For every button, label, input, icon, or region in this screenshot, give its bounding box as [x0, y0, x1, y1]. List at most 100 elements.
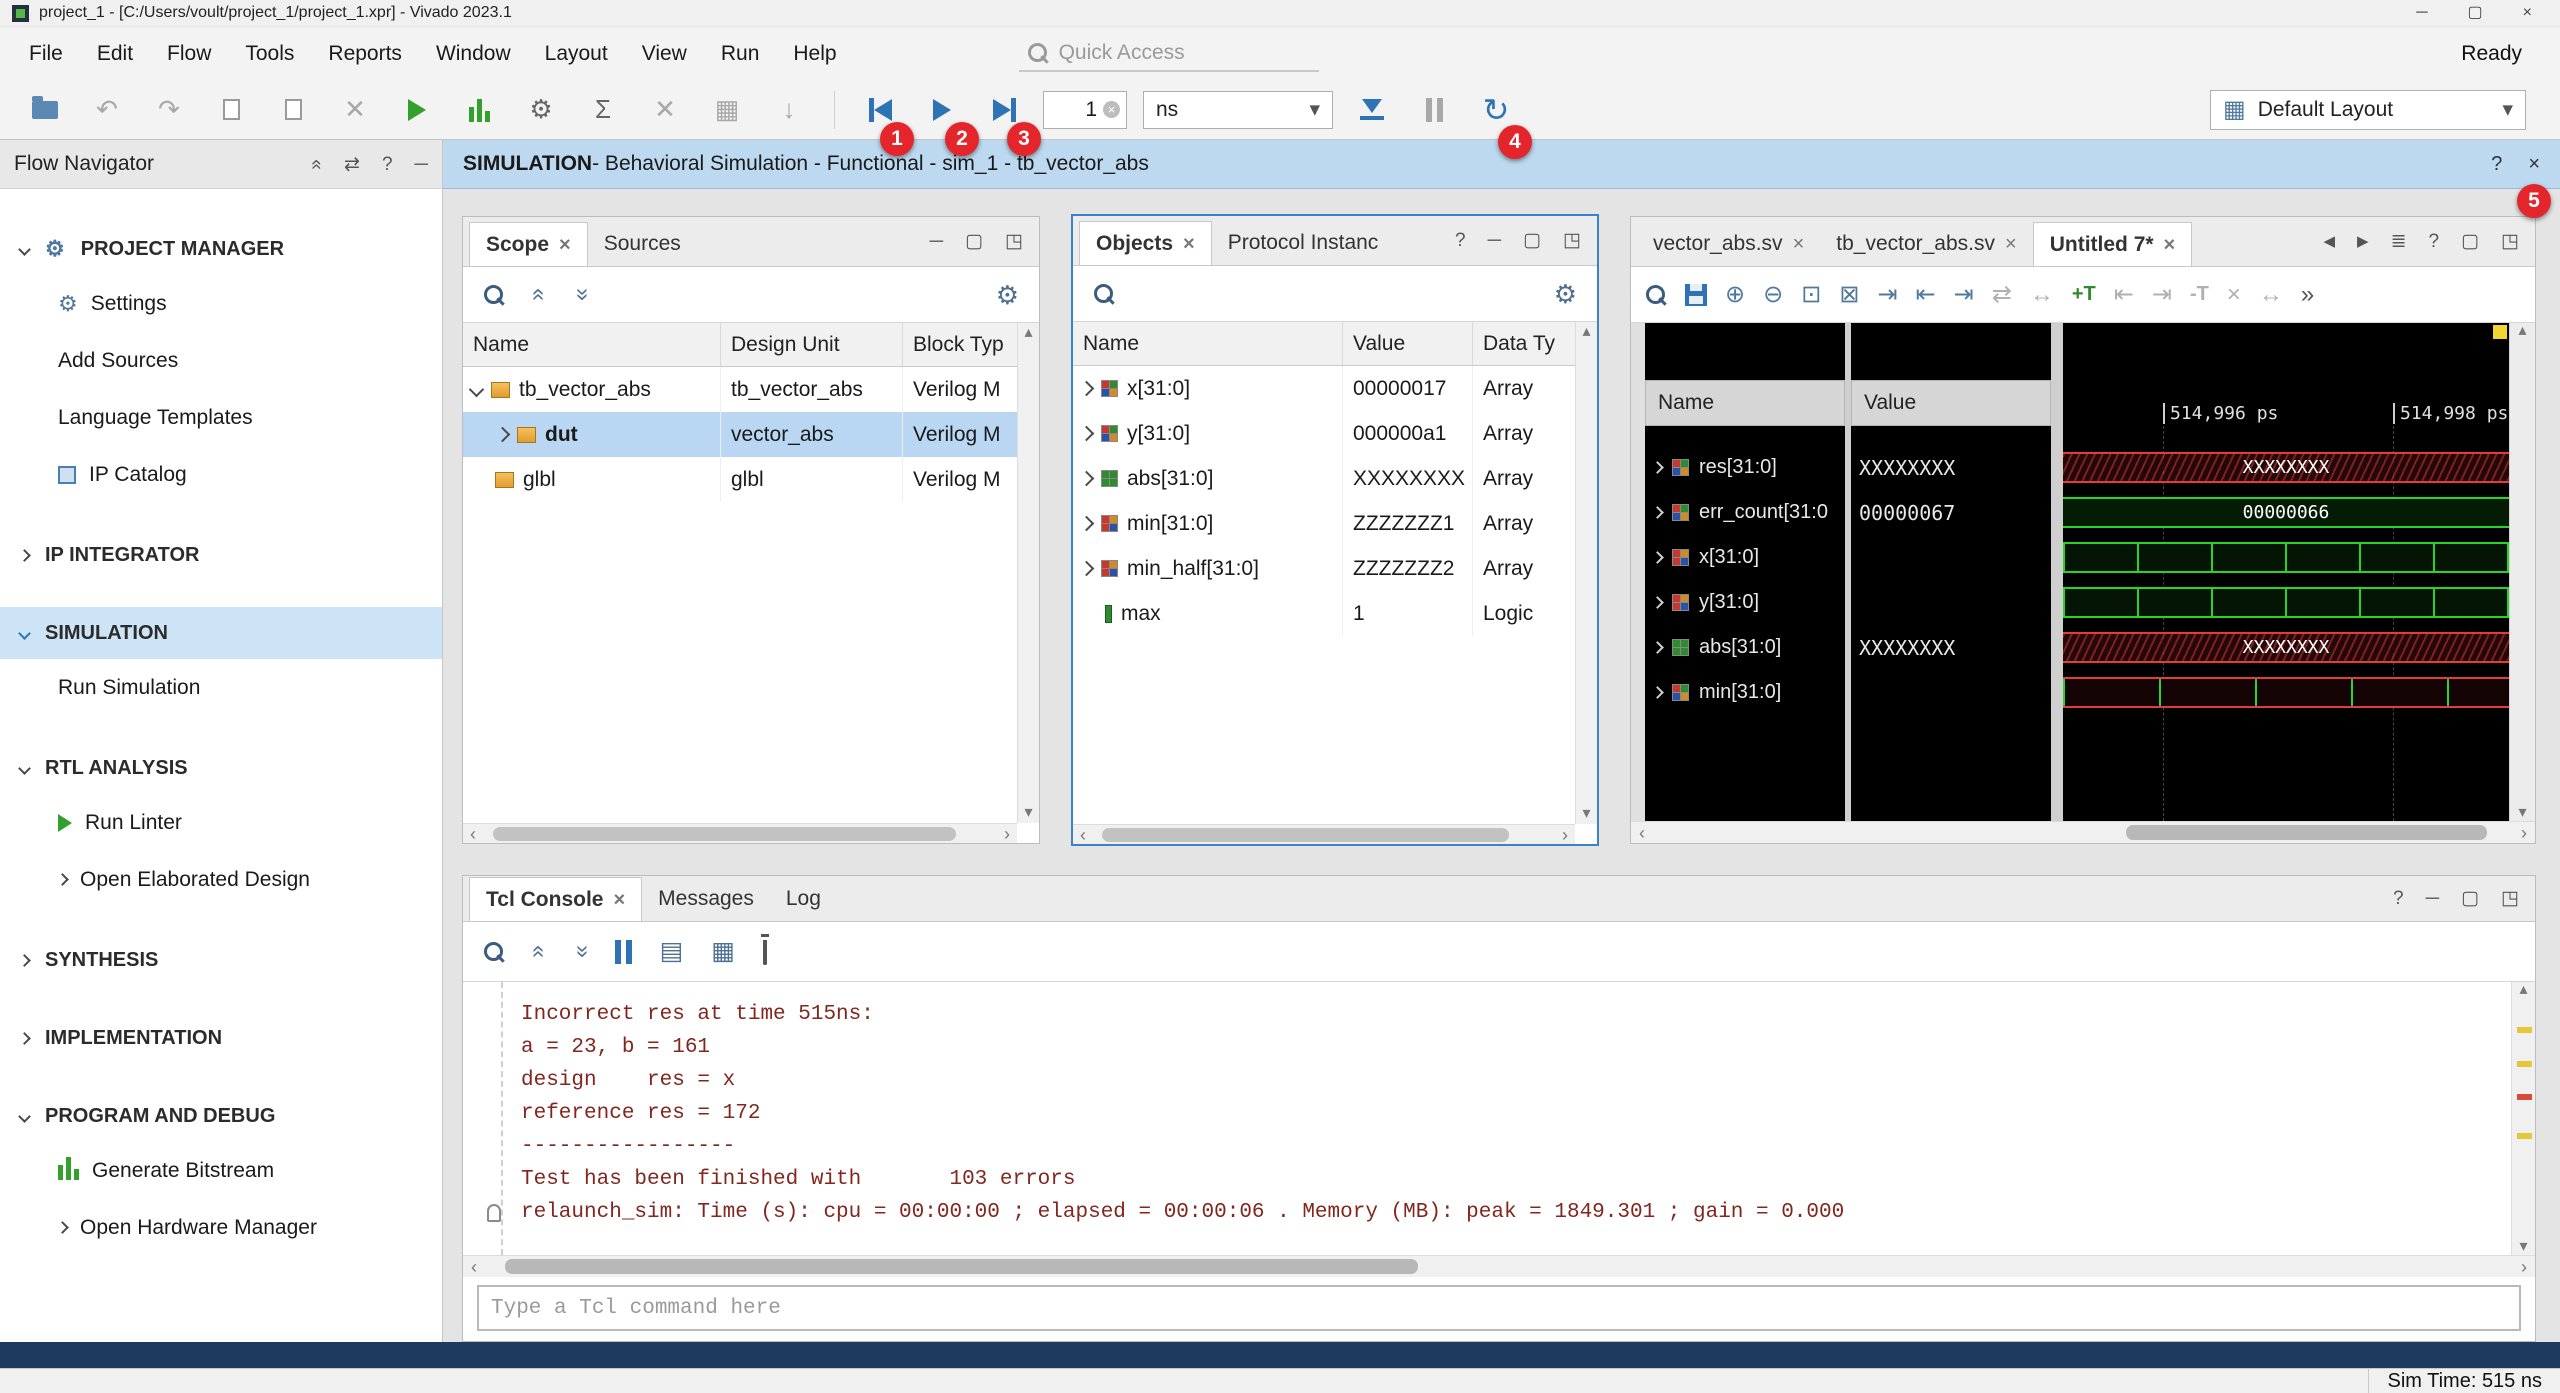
tab-scroll-right-icon[interactable] — [2357, 234, 2369, 249]
tab-protocol-instances[interactable]: Protocol Instanc — [1212, 221, 1395, 265]
expand-all-icon[interactable] — [574, 940, 587, 963]
menu-help[interactable]: Help — [776, 27, 853, 80]
column-header-name[interactable]: Name — [1073, 322, 1343, 365]
settings-icon[interactable] — [1554, 281, 1577, 307]
object-row-x[interactable]: x[31:0] 00000017 Array — [1073, 366, 1597, 411]
chevron-right-icon[interactable] — [495, 427, 511, 443]
wave-horizontal-scrollbar[interactable] — [1631, 821, 2535, 843]
scroll-up-icon[interactable] — [2518, 323, 2526, 339]
scroll-left-icon[interactable] — [463, 1258, 485, 1276]
close-icon[interactable] — [1793, 234, 1805, 254]
queue-icon[interactable] — [711, 939, 735, 964]
menu-run[interactable]: Run — [704, 27, 777, 80]
object-row-y[interactable]: y[31:0] 000000a1 Array — [1073, 411, 1597, 456]
go-to-time-icon[interactable] — [1877, 283, 1897, 307]
menu-reports[interactable]: Reports — [311, 27, 419, 80]
wave-signal-res[interactable]: res[31:0] — [1645, 445, 1845, 490]
wave-signal-y[interactable]: y[31:0] — [1645, 580, 1845, 625]
chevron-right-icon[interactable] — [1079, 426, 1095, 442]
time-unit-select[interactable]: ns — [1143, 91, 1333, 129]
next-transition-icon[interactable] — [1954, 283, 1974, 307]
tab-log[interactable]: Log — [770, 877, 837, 921]
section-project-manager[interactable]: PROJECT MANAGER — [0, 223, 442, 275]
close-icon[interactable] — [2005, 234, 2017, 254]
help-icon[interactable] — [2429, 232, 2440, 251]
window-close-button[interactable] — [2523, 5, 2532, 21]
maximize-panel-icon[interactable] — [2461, 232, 2479, 251]
minimize-panel-icon[interactable] — [415, 155, 428, 174]
debug-button[interactable] — [456, 87, 502, 133]
float-panel-icon[interactable] — [2501, 232, 2519, 251]
minimize-panel-icon[interactable] — [930, 232, 943, 251]
toolbar-overflow-icon[interactable] — [2301, 283, 2314, 307]
undo-button[interactable] — [84, 87, 130, 133]
help-icon[interactable] — [1455, 231, 1466, 250]
collapse-all-icon[interactable] — [311, 155, 322, 174]
settings-icon[interactable] — [996, 282, 1019, 308]
chevron-right-icon[interactable] — [1079, 516, 1095, 532]
clear-icon[interactable]: × — [1103, 101, 1120, 118]
tab-tb-vector-abs-sv[interactable]: tb_vector_abs.sv — [1820, 222, 2032, 266]
scope-row-tb-vector-abs[interactable]: tb_vector_abs tb_vector_abs Verilog M — [463, 367, 1039, 412]
maximize-panel-icon[interactable] — [965, 232, 983, 251]
tcl-vertical-scrollbar[interactable] — [2511, 982, 2535, 1255]
copy-button[interactable] — [270, 87, 316, 133]
sidebar-item-settings[interactable]: Settings — [0, 275, 442, 332]
search-icon[interactable] — [483, 941, 505, 963]
chevron-right-icon[interactable] — [1651, 596, 1664, 609]
zoom-in-icon[interactable] — [1725, 283, 1745, 307]
sidebar-item-language-templates[interactable]: Language Templates — [0, 389, 442, 446]
chevron-right-icon[interactable] — [1651, 551, 1664, 564]
previous-transition-icon[interactable] — [1916, 283, 1936, 307]
tab-tcl-console[interactable]: Tcl Console — [469, 877, 642, 921]
copy-icon[interactable] — [660, 939, 684, 964]
settings-button[interactable] — [518, 87, 564, 133]
search-icon[interactable] — [1645, 284, 1667, 306]
warning-marker[interactable] — [2517, 1027, 2532, 1033]
run-synthesis-button[interactable] — [642, 87, 688, 133]
chevron-right-icon[interactable] — [1651, 641, 1664, 654]
menu-file[interactable]: File — [12, 27, 80, 80]
menu-window[interactable]: Window — [419, 27, 528, 80]
wave-signal-abs[interactable]: abs[31:0] — [1645, 625, 1845, 670]
switch-layout-icon[interactable] — [344, 155, 360, 174]
save-waveform-icon[interactable] — [1685, 284, 1707, 306]
remove-marker-icon[interactable]: -T — [2190, 283, 2209, 306]
waveform-canvas[interactable]: 514,996 ps 514,998 ps XXXXXXXX 00000066 … — [2063, 323, 2509, 821]
sidebar-item-open-elaborated-design[interactable]: Open Elaborated Design — [0, 851, 442, 908]
zoom-out-icon[interactable] — [1763, 283, 1783, 307]
wave-signal-x[interactable]: x[31:0] — [1645, 535, 1845, 580]
run-implementation-button[interactable] — [704, 87, 750, 133]
marker-flag-icon[interactable] — [2493, 325, 2507, 339]
maximize-panel-icon[interactable] — [2461, 889, 2479, 908]
tab-list-icon[interactable] — [2391, 232, 2407, 251]
close-icon[interactable] — [559, 235, 571, 255]
delete-marker-icon[interactable] — [2227, 283, 2241, 307]
chevron-right-icon[interactable] — [1079, 561, 1095, 577]
help-icon[interactable] — [2393, 889, 2404, 908]
chevron-right-icon[interactable] — [1651, 686, 1664, 699]
scroll-left-icon[interactable] — [1073, 826, 1093, 844]
chevron-right-icon[interactable] — [1079, 381, 1095, 397]
scroll-down-icon[interactable] — [1582, 804, 1590, 824]
window-maximize-button[interactable] — [2468, 5, 2483, 21]
sidebar-item-generate-bitstream[interactable]: Generate Bitstream — [0, 1142, 442, 1199]
measure-icon[interactable] — [2259, 283, 2283, 307]
delete-button[interactable] — [332, 87, 378, 133]
close-icon[interactable] — [1183, 234, 1195, 254]
menu-tools[interactable]: Tools — [228, 27, 311, 80]
clear-console-button[interactable] — [763, 940, 767, 964]
scroll-up-icon[interactable] — [1582, 322, 1590, 342]
pause-button[interactable] — [1411, 87, 1457, 133]
sum-report-button[interactable] — [580, 87, 626, 133]
swap-cursor-icon[interactable] — [1992, 283, 2012, 307]
help-icon[interactable] — [382, 155, 393, 174]
scrollbar-thumb[interactable] — [1102, 828, 1509, 842]
collapse-all-icon[interactable] — [533, 283, 546, 306]
expand-all-icon[interactable] — [574, 283, 587, 306]
scroll-left-icon[interactable] — [1631, 824, 1653, 842]
tcl-command-input[interactable] — [491, 1297, 2507, 1320]
object-row-min-half[interactable]: min_half[31:0] ZZZZZZZ2 Array — [1073, 546, 1597, 591]
scroll-up-icon[interactable] — [2519, 982, 2527, 998]
scroll-down-icon[interactable] — [2519, 1239, 2527, 1255]
